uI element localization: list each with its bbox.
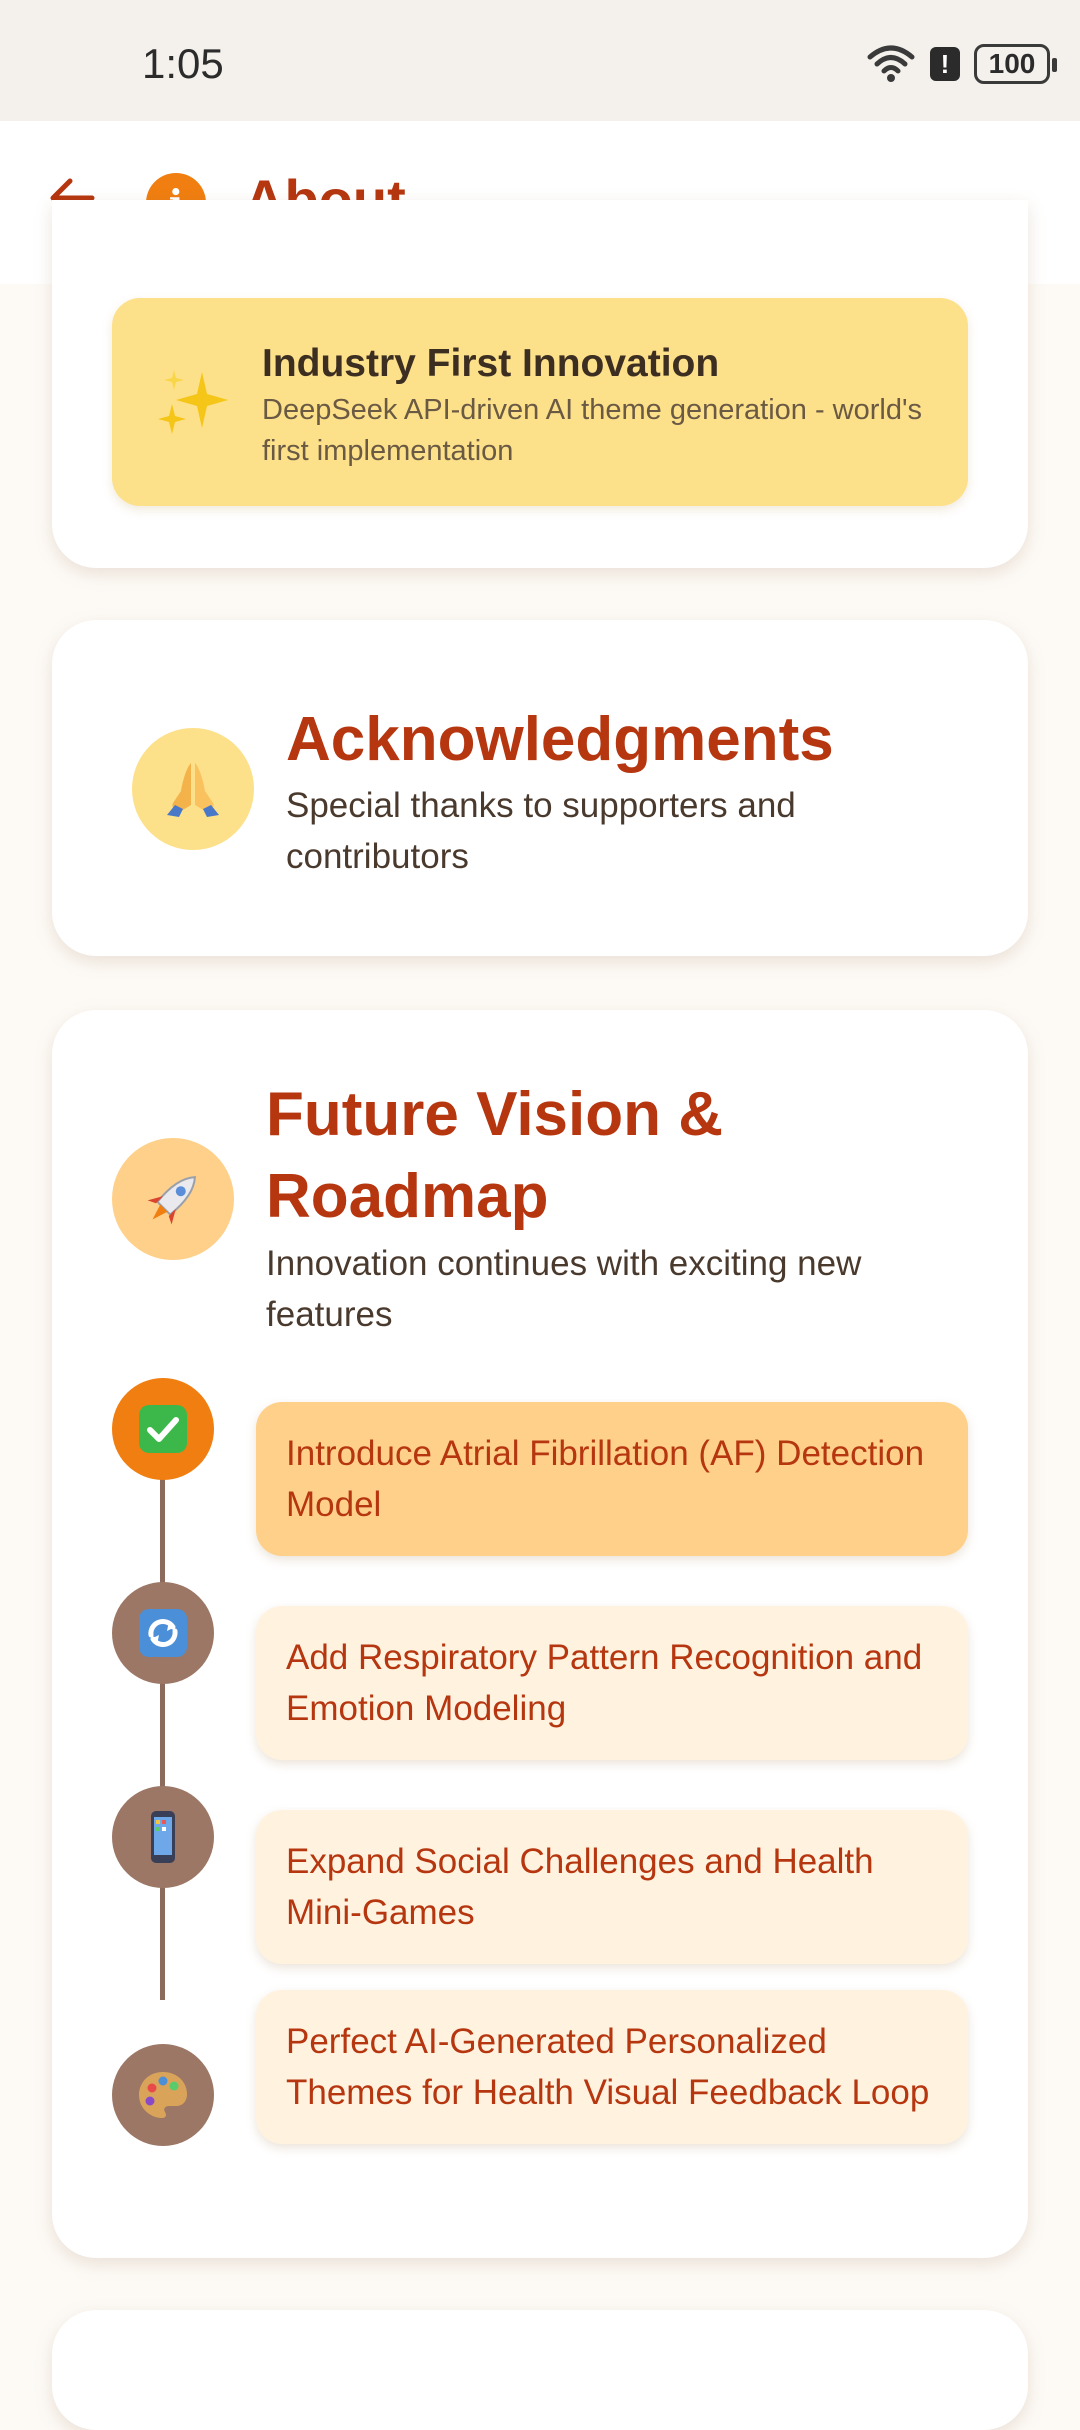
alert-icon: ! [930,47,960,81]
status-icons: ! 100 [866,44,1057,84]
roadmap-title: Future Vision & Roadmap [266,1080,724,1231]
battery-level: 100 [988,48,1036,79]
roadmap-item: Add Respiratory Pattern Recognition and … [256,1606,968,1760]
check-mark-icon [139,1405,187,1453]
rocket-glyph [147,1176,196,1225]
roadmap-item: Expand Social Challenges and Health Mini… [256,1810,968,1964]
acknowledgments-card: Acknowledgments Special thanks to suppor… [52,620,1028,956]
refresh-icon [139,1609,187,1657]
innovation-description: DeepSeek API-driven AI theme generation … [262,394,923,467]
roadmap-item: Introduce Atrial Fibrillation (AF) Detec… [256,1402,968,1556]
timeline-dot [112,1378,214,1480]
innovation-title: Industry First Innovation [262,342,720,385]
mobile-phone-icon [151,1811,175,1863]
timeline-connector [160,1420,165,2000]
features-card: Industry First Innovation DeepSeek API-d… [52,200,1028,568]
wifi-icon [867,45,915,82]
praying-hands-icon [132,728,254,850]
next-card [52,2310,1028,2430]
battery-icon: 100 [974,44,1057,84]
roadmap-card: Future Vision & Roadmap Innovation conti… [52,1010,1028,2258]
sparkles-icon [158,370,228,434]
status-time: 1:05 [142,40,224,87]
roadmap-item-label: Perfect AI-Generated Personalized Themes… [286,2022,930,2112]
timeline-dot [112,1582,214,1684]
praying-hands-glyph [167,763,219,817]
roadmap-description: Innovation continues with exciting new f… [266,1244,862,1334]
palette-icon [139,2072,187,2118]
timeline-dot [112,1786,214,1888]
innovation-highlight: Industry First Innovation DeepSeek API-d… [112,298,968,506]
acknowledgments-title: Acknowledgments [286,705,834,774]
roadmap-item-label: Introduce Atrial Fibrillation (AF) Detec… [286,1434,925,1524]
roadmap-item-label: Add Respiratory Pattern Recognition and … [286,1638,923,1728]
timeline-dot [112,2044,214,2146]
status-bar: 1:05 ! 100 [0,0,1080,121]
roadmap-item-label: Expand Social Challenges and Health Mini… [286,1842,874,1932]
roadmap-item: Perfect AI-Generated Personalized Themes… [256,1990,968,2144]
acknowledgments-description: Special thanks to supporters and contrib… [286,786,796,876]
rocket-icon [112,1138,234,1260]
